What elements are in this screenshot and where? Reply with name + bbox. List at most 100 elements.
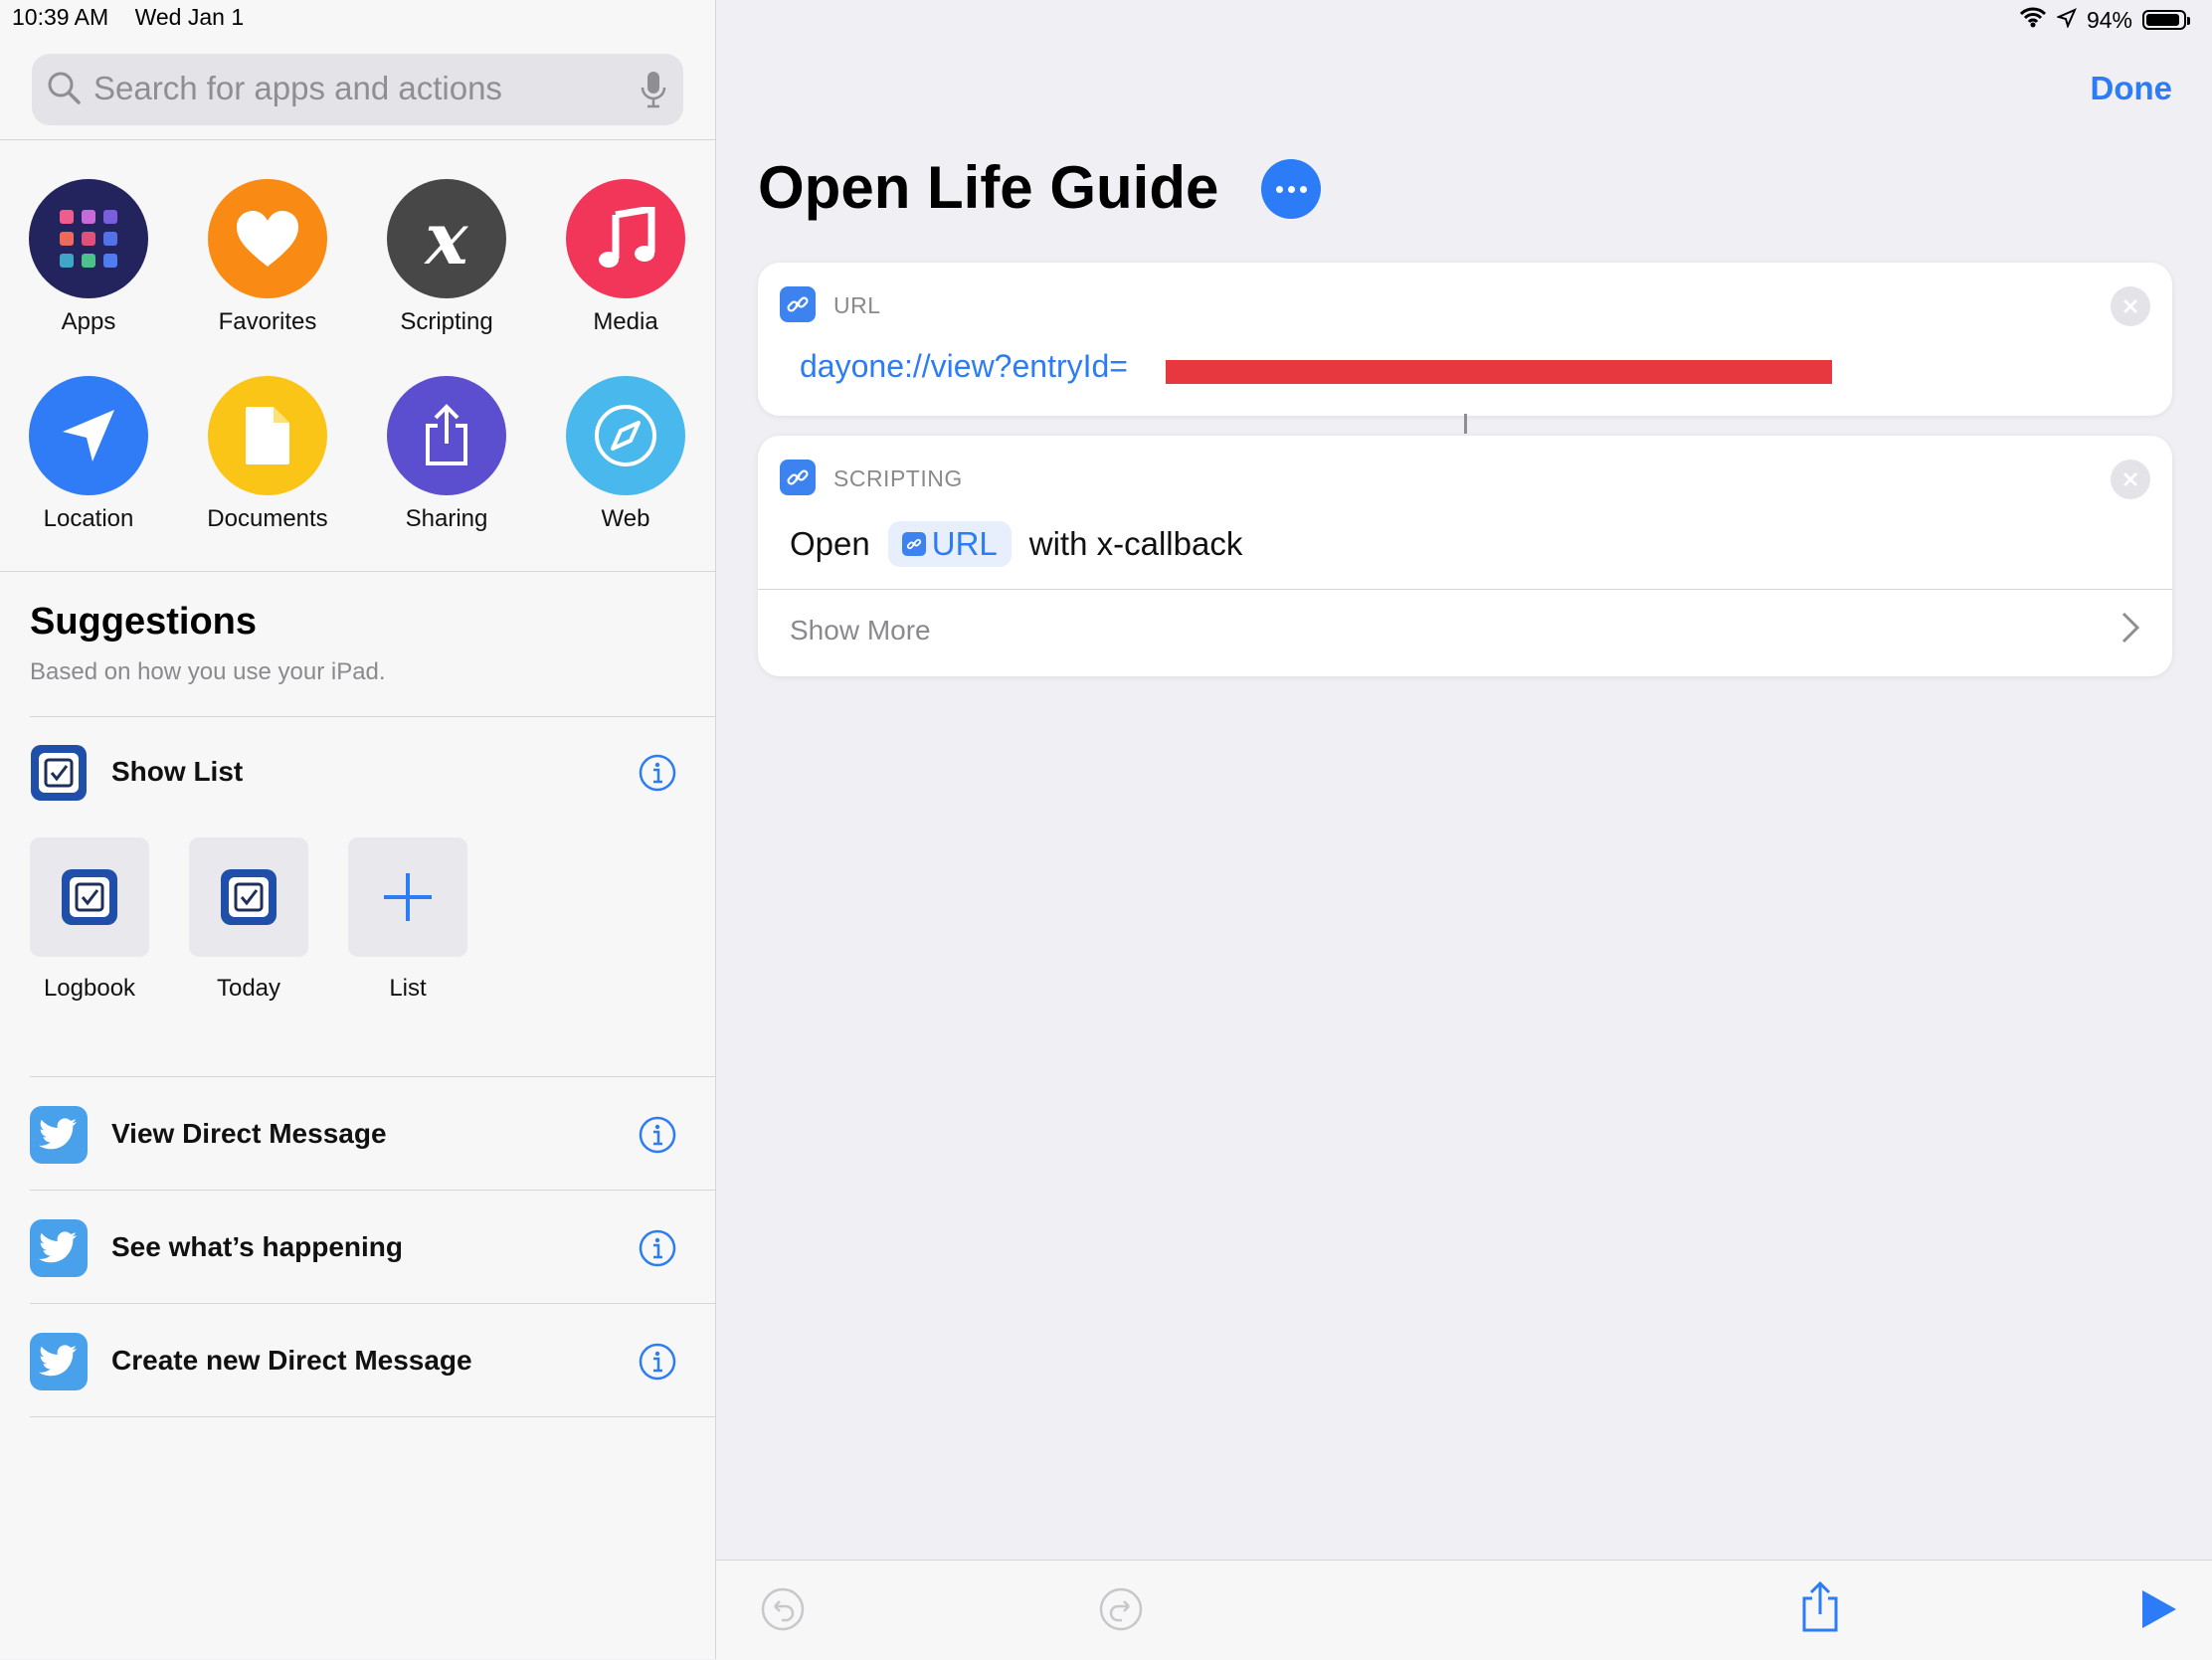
category-sharing[interactable]: Sharing — [362, 376, 531, 533]
category-label: Apps — [61, 308, 116, 335]
category-label: Location — [43, 505, 134, 532]
divider — [30, 1416, 715, 1417]
share-icon[interactable] — [1800, 1580, 1840, 1639]
info-icon[interactable] — [639, 1229, 676, 1272]
twitter-bird-icon — [30, 1219, 88, 1277]
remove-action-button[interactable] — [2111, 460, 2150, 499]
done-button[interactable]: Done — [2091, 70, 2173, 107]
category-label: Documents — [207, 505, 328, 532]
close-icon — [2122, 471, 2138, 487]
divider — [758, 589, 2172, 590]
info-icon[interactable] — [639, 754, 676, 797]
status-bar-left: 10:39 AM Wed Jan 1 — [12, 4, 264, 31]
apps-grid-icon — [29, 179, 148, 298]
category-web[interactable]: Web — [541, 376, 710, 533]
category-label: Media — [593, 308, 658, 335]
category-favorites[interactable]: Favorites — [183, 179, 352, 336]
things-check-icon — [30, 837, 149, 957]
divider — [30, 1303, 715, 1304]
category-documents[interactable]: Documents — [183, 376, 352, 533]
info-icon[interactable] — [639, 1343, 676, 1385]
category-label: Web — [601, 505, 650, 532]
category-location[interactable]: Location — [4, 376, 173, 533]
tile-label: Today — [216, 975, 281, 1002]
heart-icon — [208, 179, 327, 298]
search-field[interactable]: Search for apps and actions — [32, 54, 683, 125]
link-icon — [780, 286, 816, 322]
token-label: URL — [931, 525, 998, 562]
divider — [30, 1190, 715, 1191]
open-x-callback-action-card[interactable]: SCRIPTING Open URL with x-callback Show … — [758, 436, 2172, 676]
category-scripting[interactable]: x Scripting — [362, 179, 531, 336]
category-label: Sharing — [405, 505, 488, 532]
things-app-icon — [30, 744, 88, 802]
battery-icon — [2142, 10, 2190, 30]
action-library-panel: 10:39 AM Wed Jan 1 Search for apps and a… — [0, 0, 716, 1659]
suggestion-view-direct-message[interactable]: View Direct Message — [30, 1104, 686, 1166]
link-icon — [901, 532, 926, 556]
shortcut-title[interactable]: Open Life Guide — [758, 153, 1218, 222]
search-placeholder: Search for apps and actions — [93, 70, 502, 106]
category-label: Favorites — [218, 308, 317, 335]
parameter-tile-list[interactable]: List — [348, 837, 467, 1003]
link-icon — [780, 460, 816, 495]
suggestion-show-list[interactable]: Show List — [30, 742, 686, 804]
redo-icon[interactable] — [1098, 1586, 1144, 1637]
microphone-icon[interactable] — [640, 70, 667, 114]
things-check-icon — [189, 837, 308, 957]
url-field[interactable]: dayone://view?entryId= — [800, 348, 1128, 385]
tile-label: List — [389, 975, 427, 1002]
suggestion-label: Create new Direct Message — [111, 1345, 472, 1376]
suggestion-create-direct-message[interactable]: Create new Direct Message — [30, 1331, 686, 1392]
suggestions-subtitle: Based on how you use your iPad. — [30, 658, 386, 685]
url-action-card[interactable]: URL dayone://view?entryId= — [758, 263, 2172, 416]
variable-x-icon: x — [387, 179, 506, 298]
location-arrow-icon — [29, 376, 148, 495]
action-category-label: URL — [833, 292, 881, 318]
document-icon — [208, 376, 327, 495]
url-variable-token[interactable]: URL — [887, 521, 1012, 567]
wifi-icon — [2019, 6, 2047, 34]
action-suffix: with x-callback — [1028, 525, 1243, 562]
compass-icon — [566, 376, 685, 495]
suggestion-label: Show List — [111, 756, 244, 787]
divider — [30, 716, 715, 717]
category-apps[interactable]: Apps — [4, 179, 173, 336]
redaction-bar — [1166, 360, 1832, 384]
show-more-button[interactable]: Show More — [790, 615, 931, 646]
ellipsis-icon — [1275, 185, 1283, 193]
suggestion-see-whats-happening[interactable]: See what’s happening — [30, 1217, 686, 1279]
undo-icon[interactable] — [760, 1586, 806, 1637]
divider — [30, 1076, 715, 1077]
play-run-icon[interactable] — [2138, 1588, 2178, 1635]
status-date: Wed Jan 1 — [134, 4, 245, 30]
more-options-button[interactable] — [1261, 159, 1321, 219]
action-verb: Open — [790, 525, 870, 562]
divider — [0, 139, 715, 140]
twitter-bird-icon — [30, 1333, 88, 1390]
action-summary: Open URL with x-callback — [790, 521, 1242, 567]
info-icon[interactable] — [639, 1116, 676, 1159]
suggestions-title: Suggestions — [30, 601, 258, 643]
twitter-bird-icon — [30, 1106, 88, 1164]
parameter-tile-logbook[interactable]: Logbook — [30, 837, 149, 1003]
action-connector — [1464, 414, 1467, 434]
plus-icon — [348, 837, 467, 957]
suggestion-label: See what’s happening — [111, 1231, 404, 1262]
tile-label: Logbook — [43, 975, 136, 1002]
category-media[interactable]: Media — [541, 179, 710, 336]
share-icon — [387, 376, 506, 495]
category-label: Scripting — [400, 308, 493, 335]
divider — [0, 571, 715, 572]
remove-action-button[interactable] — [2111, 286, 2150, 326]
music-note-icon — [566, 179, 685, 298]
status-bar-right: 94% — [2019, 6, 2190, 34]
search-icon — [46, 70, 82, 110]
suggestion-label: View Direct Message — [111, 1118, 387, 1149]
editor-toolbar — [716, 1560, 2212, 1660]
parameter-tile-today[interactable]: Today — [189, 837, 308, 1003]
action-category-label: SCRIPTING — [833, 465, 963, 491]
chevron-right-icon[interactable] — [2120, 611, 2140, 649]
status-time: 10:39 AM — [12, 4, 109, 30]
location-services-icon — [2056, 7, 2077, 34]
